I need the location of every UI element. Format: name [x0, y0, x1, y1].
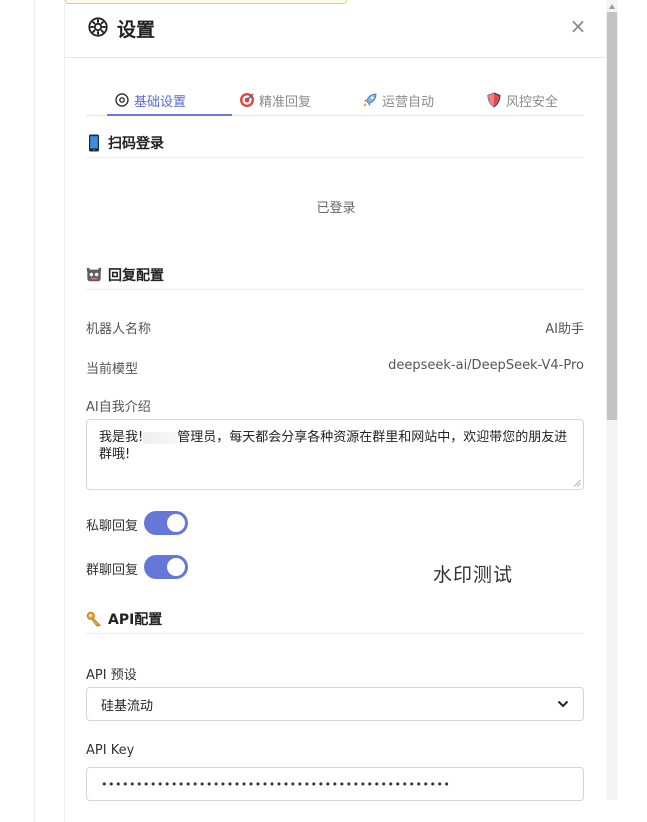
intro-text-rest: 管理员，每天都会分享各种资源在群里和网站中，欢迎带您的朋友进 — [177, 430, 568, 445]
group-reply-toggle[interactable] — [144, 555, 188, 579]
intro-line-2: 群哦! — [99, 446, 571, 463]
tab-label: 精准回复 — [259, 94, 312, 110]
private-reply-toggle[interactable] — [144, 511, 188, 535]
intro-label: AI自我介绍 — [86, 400, 151, 415]
model-value: deepseek-ai/DeepSeek-V4-Pro — [388, 358, 584, 373]
settings-tabs: 基础设置 精准回复 运营自动 风控安全 — [86, 84, 584, 116]
section-scan-login: 扫码登录 — [86, 132, 584, 158]
tab-risk-security[interactable]: 风控安全 — [486, 84, 558, 116]
dialog-title: 设置 — [117, 19, 156, 41]
section-api-config: API配置 — [86, 608, 584, 634]
bot-name-label: 机器人名称 — [86, 322, 152, 337]
key-icon — [86, 611, 101, 627]
api-preset-label: API 预设 — [86, 668, 137, 683]
intro-line-1: 我是我! 管理员，每天都会分享各种资源在群里和网站中，欢迎带您的朋友进 — [99, 429, 571, 446]
model-label: 当前模型 — [86, 362, 139, 377]
settings-dialog: 设置 × 基础设置 精准回复 运营自动 风控安全 扫码登录 已登录 回复配置 机… — [64, 0, 607, 822]
tab-auto-operation[interactable]: 运营自动 — [362, 84, 434, 116]
mobile-phone-icon — [89, 134, 99, 151]
section-title-text: 扫码登录 — [108, 135, 164, 152]
robot-face-icon — [86, 267, 102, 281]
api-preset-value: 硅基流动 — [101, 698, 154, 714]
toggle-knob — [167, 514, 185, 532]
scroll-up-arrow-icon[interactable] — [609, 4, 615, 9]
tab-label: 基础设置 — [134, 94, 187, 110]
api-key-input[interactable]: ••••••••••••••••••••••••••••••••••••••••… — [86, 767, 584, 801]
intro-text-start: 我是我! — [99, 430, 144, 445]
gear-icon — [115, 93, 129, 107]
page-left-border — [34, 0, 35, 822]
intro-text-end: 群哦! — [99, 447, 131, 462]
dialog-header: 设置 × — [65, 0, 607, 58]
section-title-text: 回复配置 — [108, 267, 164, 284]
api-preset-select[interactable]: 硅基流动 — [86, 687, 584, 721]
chevron-down-icon — [557, 700, 569, 708]
toggle-knob — [167, 558, 185, 576]
group-reply-label: 群聊回复 — [86, 563, 139, 578]
gear-icon — [88, 17, 108, 37]
target-icon — [240, 93, 254, 107]
tab-precise-reply[interactable]: 精准回复 — [239, 84, 311, 116]
watermark-text: 水印测试 — [433, 564, 514, 586]
scrollbar-thumb[interactable] — [607, 12, 617, 420]
intro-textarea[interactable]: 我是我! 管理员，每天都会分享各种资源在群里和网站中，欢迎带您的朋友进 群哦! — [86, 419, 584, 490]
active-tab-indicator — [107, 114, 232, 116]
section-title-text: API配置 — [108, 611, 163, 628]
tab-label: 运营自动 — [382, 94, 435, 110]
section-reply-config: 回复配置 — [86, 264, 584, 290]
resize-handle-icon[interactable] — [573, 479, 581, 487]
bot-name-value: AI助手 — [545, 322, 584, 337]
shield-icon — [487, 92, 501, 108]
redacted-name — [143, 431, 178, 444]
api-key-label: API Key — [86, 743, 135, 758]
tab-label: 风控安全 — [506, 94, 559, 110]
close-button[interactable]: × — [567, 14, 589, 38]
rocket-icon — [363, 93, 377, 107]
private-reply-label: 私聊回复 — [86, 519, 139, 534]
tab-basic-settings[interactable]: 基础设置 — [114, 84, 186, 116]
login-status: 已登录 — [316, 201, 356, 216]
